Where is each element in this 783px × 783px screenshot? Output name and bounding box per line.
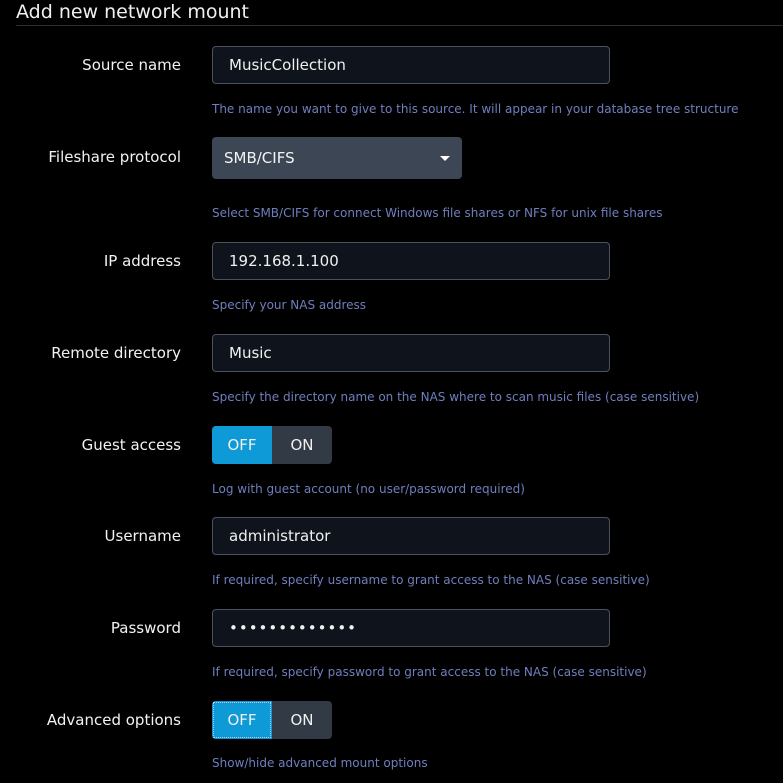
username-input[interactable]: administrator — [212, 517, 610, 555]
advanced-options-off-option[interactable]: OFF — [212, 701, 272, 739]
protocol-help: Select SMB/CIFS for connect Windows file… — [212, 206, 663, 220]
remote-directory-label: Remote directory — [51, 344, 181, 362]
guest-access-toggle[interactable]: OFF ON — [212, 426, 332, 464]
advanced-options-label: Advanced options — [46, 711, 181, 729]
protocol-select[interactable]: SMB/CIFS — [212, 137, 462, 179]
guest-access-label: Guest access — [81, 436, 181, 454]
password-help: If required, specify password to grant a… — [212, 665, 647, 679]
protocol-selected-value: SMB/CIFS — [224, 149, 295, 167]
ip-address-help: Specify your NAS address — [212, 298, 367, 312]
password-label: Password — [110, 619, 181, 637]
protocol-label: Fileshare protocol — [48, 148, 181, 166]
source-name-label: Source name — [82, 56, 181, 74]
ip-address-label: IP address — [103, 252, 181, 270]
remote-directory-input[interactable]: Music — [212, 334, 610, 372]
page-title: Add new network mount — [16, 0, 783, 26]
password-input[interactable]: ••••••••••••• — [212, 609, 610, 647]
username-help: If required, specify username to grant a… — [212, 573, 650, 587]
advanced-options-toggle[interactable]: OFF ON — [212, 701, 332, 739]
source-name-input[interactable]: MusicCollection — [212, 46, 610, 84]
username-label: Username — [104, 527, 181, 545]
guest-access-on-option[interactable]: ON — [272, 426, 332, 464]
caret-down-icon — [440, 156, 450, 161]
remote-directory-help: Specify the directory name on the NAS wh… — [212, 390, 700, 404]
source-name-help: The name you want to give to this source… — [212, 102, 739, 116]
guest-access-help: Log with guest account (no user/password… — [212, 482, 525, 496]
advanced-options-help: Show/hide advanced mount options — [212, 756, 428, 770]
ip-address-input[interactable]: 192.168.1.100 — [212, 242, 610, 280]
guest-access-off-option[interactable]: OFF — [212, 426, 272, 464]
advanced-options-on-option[interactable]: ON — [272, 701, 332, 739]
